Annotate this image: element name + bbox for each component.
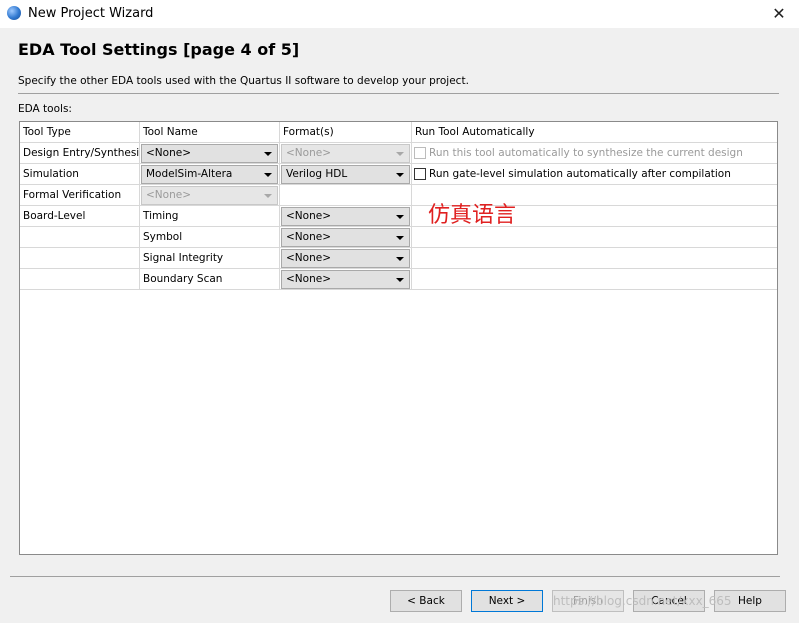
wizard-header: EDA Tool Settings [page 4 of 5] Specify … — [0, 28, 799, 100]
chevron-down-icon — [264, 173, 272, 177]
annotation-text: 仿真语言 — [428, 203, 517, 228]
page-description: Specify the other EDA tools used with th… — [18, 75, 469, 87]
tool-type-empty — [20, 248, 140, 269]
tool-type-design-entry: Design Entry/Synthesis — [20, 143, 140, 164]
timing-format-select[interactable]: <None> — [281, 207, 410, 226]
format-cell: Verilog HDL — [280, 164, 412, 185]
eda-tools-table: Tool Type Tool Name Format(s) Run Tool A… — [19, 121, 778, 555]
footer-divider — [10, 576, 780, 577]
header-divider — [18, 93, 779, 94]
tool-name-cell: <None> — [140, 143, 280, 164]
next-button[interactable]: Next > — [471, 590, 543, 612]
run-auto-cell — [412, 227, 777, 248]
simulation-auto-run-checkbox[interactable] — [414, 168, 426, 180]
column-header-tool-type: Tool Type — [20, 122, 140, 143]
simulation-format-select[interactable]: Verilog HDL — [281, 165, 410, 184]
tool-type-empty — [20, 269, 140, 290]
boundary-scan-format-select[interactable]: <None> — [281, 270, 410, 289]
select-value: <None> — [286, 147, 331, 159]
tool-name-cell: <None> — [140, 185, 280, 206]
board-tool-boundary-scan: Boundary Scan — [140, 269, 280, 290]
eda-tools-label: EDA tools: — [18, 103, 72, 115]
select-value: <None> — [286, 273, 331, 285]
chevron-down-icon — [396, 152, 404, 156]
column-header-formats: Format(s) — [280, 122, 412, 143]
select-value: Verilog HDL — [286, 168, 348, 180]
format-cell: <None> — [280, 206, 412, 227]
tool-type-simulation: Simulation — [20, 164, 140, 185]
tool-type-empty — [20, 227, 140, 248]
signal-integrity-format-select[interactable]: <None> — [281, 249, 410, 268]
format-cell: <None> — [280, 269, 412, 290]
close-button[interactable]: ✕ — [759, 0, 799, 28]
column-header-tool-name: Tool Name — [140, 122, 280, 143]
run-auto-cell: Run this tool automatically to synthesiz… — [412, 143, 777, 164]
back-button[interactable]: < Back — [390, 590, 462, 612]
watermark: https://blog.csdn.net/xxx_665 — [553, 594, 732, 608]
chevron-down-icon — [264, 152, 272, 156]
run-auto-cell — [412, 248, 777, 269]
run-auto-cell: Run gate-level simulation automatically … — [412, 164, 777, 185]
quartus-app-icon — [7, 6, 21, 20]
tool-type-board-level: Board-Level — [20, 206, 140, 227]
select-value: <None> — [146, 147, 191, 159]
chevron-down-icon — [396, 215, 404, 219]
run-auto-cell — [412, 269, 777, 290]
page-title: EDA Tool Settings [page 4 of 5] — [18, 40, 300, 59]
format-cell: <None> — [280, 248, 412, 269]
board-tool-timing: Timing — [140, 206, 280, 227]
tool-name-cell: ModelSim-Altera — [140, 164, 280, 185]
chevron-down-icon — [396, 236, 404, 240]
format-cell: <None> — [280, 227, 412, 248]
formal-verification-tool-select: <None> — [141, 186, 278, 205]
chevron-down-icon — [396, 278, 404, 282]
design-entry-format-select: <None> — [281, 144, 410, 163]
select-value: <None> — [286, 231, 331, 243]
title-bar: New Project Wizard ✕ — [0, 0, 799, 28]
synthesis-auto-run-checkbox — [414, 147, 426, 159]
select-value: <None> — [286, 252, 331, 264]
simulation-tool-select[interactable]: ModelSim-Altera — [141, 165, 278, 184]
select-value: <None> — [286, 210, 331, 222]
format-cell: <None> — [280, 143, 412, 164]
board-tool-symbol: Symbol — [140, 227, 280, 248]
board-tool-signal-integrity: Signal Integrity — [140, 248, 280, 269]
chevron-down-icon — [396, 257, 404, 261]
simulation-auto-run-label: Run gate-level simulation automatically … — [429, 168, 731, 180]
window-title: New Project Wizard — [28, 6, 154, 21]
select-value: ModelSim-Altera — [146, 168, 233, 180]
design-entry-tool-select[interactable]: <None> — [141, 144, 278, 163]
symbol-format-select[interactable]: <None> — [281, 228, 410, 247]
synthesis-auto-run-label: Run this tool automatically to synthesiz… — [429, 147, 743, 159]
column-header-run-automatically: Run Tool Automatically — [412, 122, 777, 143]
tool-type-formal-verification: Formal Verification — [20, 185, 140, 206]
chevron-down-icon — [264, 194, 272, 198]
select-value: <None> — [146, 189, 191, 201]
format-cell — [280, 185, 412, 206]
chevron-down-icon — [396, 173, 404, 177]
